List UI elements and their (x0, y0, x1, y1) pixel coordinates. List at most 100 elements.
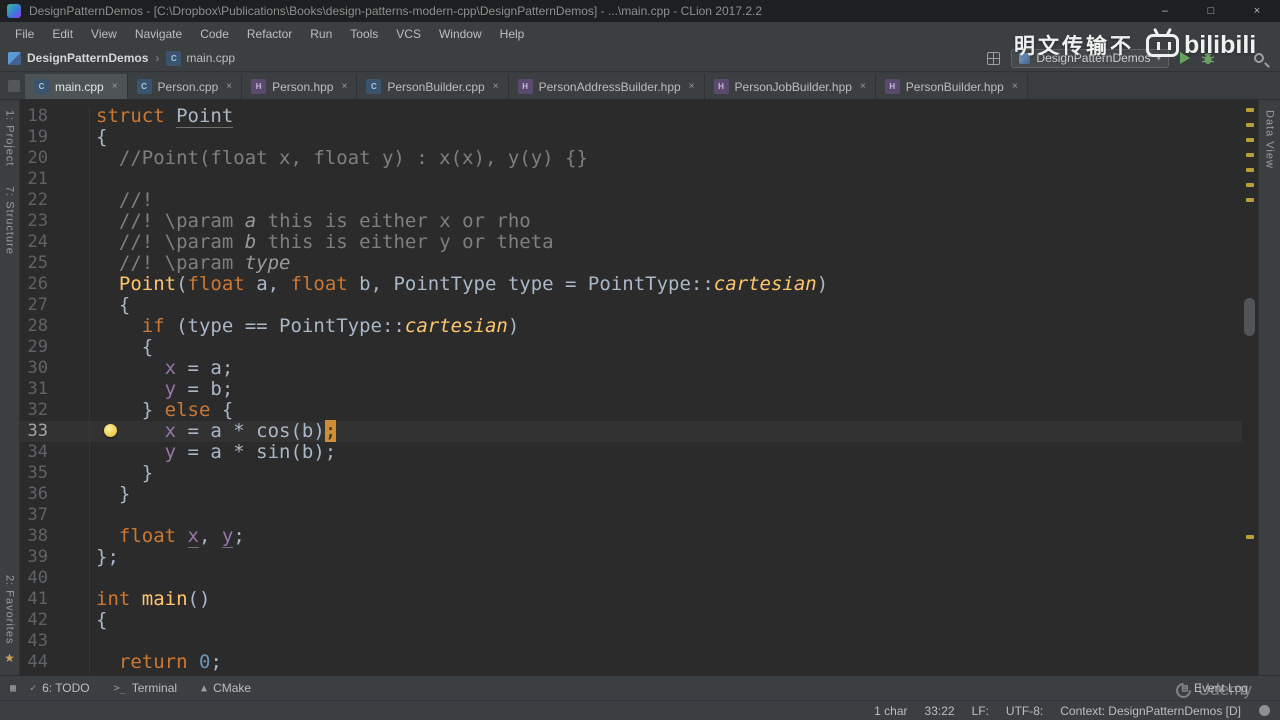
code-line-44[interactable]: 44 return 0; (20, 652, 1242, 673)
tab-list-icon[interactable] (8, 80, 20, 92)
code-line-38[interactable]: 38 float x, y; (20, 525, 1242, 548)
line-number[interactable]: 35 (20, 463, 90, 484)
code-line-34[interactable]: 34 y = a * sin(b); (20, 442, 1242, 463)
tool-stripe-2-favorites[interactable]: 2: Favorites (4, 575, 16, 644)
line-number[interactable]: 23 (20, 211, 90, 232)
run-button[interactable] (1180, 52, 1190, 64)
code-line-30[interactable]: 30 x = a; (20, 358, 1242, 379)
close-icon[interactable]: × (341, 81, 347, 92)
menu-item-navigate[interactable]: Navigate (126, 27, 191, 41)
code-line-18[interactable]: 18 struct Point (20, 105, 1242, 128)
code-line-20[interactable]: 20 //Point(float x, float y) : x(x), y(y… (20, 148, 1242, 169)
run-config-select[interactable]: DesignPatternDemos ▾ (1011, 48, 1169, 68)
minimize-button[interactable]: – (1142, 0, 1188, 22)
line-number[interactable]: 40 (20, 568, 90, 589)
code-line-33[interactable]: 33 x = a * cos(b); (20, 420, 1242, 442)
warning-stripe-mark[interactable] (1246, 123, 1254, 127)
line-number[interactable]: 25 (20, 253, 90, 274)
line-number[interactable]: 36 (20, 484, 90, 505)
tool-window-button-6-todo[interactable]: ✓ 6: TODO (30, 681, 90, 695)
editor-tab-personjobbuilder-hpp[interactable]: H PersonJobBuilder.hpp × (704, 74, 876, 99)
close-icon[interactable]: × (112, 81, 118, 92)
line-number[interactable]: 41 (20, 589, 90, 610)
close-icon[interactable]: × (1012, 81, 1018, 92)
line-number[interactable]: 34 (20, 442, 90, 463)
editor-tab-person-hpp[interactable]: H Person.hpp × (242, 74, 358, 99)
code-line-25[interactable]: 25 //! \param type (20, 253, 1242, 274)
line-number[interactable]: 24 (20, 232, 90, 253)
close-button[interactable]: × (1234, 0, 1280, 22)
warning-stripe-mark[interactable] (1246, 183, 1254, 187)
code-line-31[interactable]: 31 y = b; (20, 379, 1242, 400)
line-number[interactable]: 43 (20, 631, 90, 652)
code-line-26[interactable]: 26 Point(float a, float b, PointType typ… (20, 274, 1242, 295)
line-number[interactable]: 38 (20, 526, 90, 547)
close-icon[interactable]: × (860, 81, 866, 92)
editor-tab-main-cpp[interactable]: Cmain.cpp × (25, 74, 128, 99)
menu-item-refactor[interactable]: Refactor (238, 27, 301, 41)
line-number[interactable]: 19 (20, 127, 90, 148)
editor-tab-personbuilder-hpp[interactable]: H PersonBuilder.hpp × (875, 74, 1028, 99)
editor-tab-personaddressbuilder-hpp[interactable]: H PersonAddressBuilder.hpp × (508, 74, 705, 99)
code-line-19[interactable]: 19 { (20, 127, 1242, 148)
warning-stripe-mark[interactable] (1246, 153, 1254, 157)
status-1-char[interactable]: 1 char (874, 704, 907, 718)
menu-item-vcs[interactable]: VCS (387, 27, 430, 41)
code-line-23[interactable]: 23 //! \param a this is either x or rho (20, 211, 1242, 232)
line-number[interactable]: 37 (20, 505, 90, 526)
tool-stripe-7-structure[interactable]: 7: Structure (4, 186, 16, 255)
breadcrumb-file[interactable]: main.cpp (186, 51, 235, 65)
breadcrumb-project[interactable]: DesignPatternDemos (27, 51, 148, 65)
toolwindow-grid-icon[interactable] (987, 51, 1001, 65)
line-number[interactable]: 21 (20, 169, 90, 190)
code-line-43[interactable]: 43 (20, 631, 1242, 652)
line-number[interactable]: 28 (20, 316, 90, 337)
code-line-29[interactable]: 29 { (20, 337, 1242, 358)
code-line-24[interactable]: 24 //! \param b this is either y or thet… (20, 232, 1242, 253)
toolwindow-toggler-icon[interactable]: ▦ (10, 683, 16, 694)
status-33-22[interactable]: 33:22 (925, 704, 955, 718)
code-line-21[interactable]: 21 (20, 169, 1242, 190)
code-line-35[interactable]: 35 } (20, 463, 1242, 484)
tool-stripe-data-view[interactable]: Data View (1264, 110, 1276, 169)
code-line-22[interactable]: 22 //! (20, 190, 1242, 211)
editor-tab-personbuilder-cpp[interactable]: C PersonBuilder.cpp × (357, 74, 509, 99)
menu-item-run[interactable]: Run (301, 27, 341, 41)
line-number[interactable]: 29 (20, 337, 90, 358)
status-utf-8[interactable]: UTF-8: (1006, 704, 1043, 718)
close-icon[interactable]: × (493, 81, 499, 92)
search-icon[interactable] (1254, 53, 1264, 63)
line-number[interactable]: 42 (20, 610, 90, 631)
warning-stripe-mark[interactable] (1246, 198, 1254, 202)
tool-window-button-cmake[interactable]: ▲ CMake (201, 681, 251, 695)
line-number[interactable]: 32 (20, 400, 90, 421)
warning-stripe-mark[interactable] (1246, 535, 1254, 539)
warning-stripe-mark[interactable] (1246, 138, 1254, 142)
menu-item-help[interactable]: Help (491, 27, 534, 41)
code-line-40[interactable]: 40 (20, 568, 1242, 589)
close-icon[interactable]: × (689, 81, 695, 92)
line-number[interactable]: 31 (20, 379, 90, 400)
tool-window-button-terminal[interactable]: >_ Terminal (114, 681, 177, 695)
line-number[interactable]: 20 (20, 148, 90, 169)
status-context-designpatterndemos-d[interactable]: Context: DesignPatternDemos [D] (1060, 704, 1241, 718)
code-line-37[interactable]: 37 (20, 505, 1242, 526)
warning-stripe-mark[interactable] (1246, 168, 1254, 172)
tool-stripe-1-project[interactable]: 1: Project (4, 110, 16, 166)
line-number[interactable]: 22 (20, 190, 90, 211)
code-line-32[interactable]: 32 } else { (20, 400, 1242, 421)
code-line-41[interactable]: 41 int main() (20, 589, 1242, 610)
scrollbar-thumb[interactable] (1244, 298, 1255, 336)
code-line-42[interactable]: 42 { (20, 610, 1242, 631)
code-line-28[interactable]: 28 if (type == PointType::cartesian) (20, 316, 1242, 337)
menu-item-tools[interactable]: Tools (341, 27, 387, 41)
intention-bulb-icon[interactable] (104, 424, 117, 437)
menu-item-window[interactable]: Window (430, 27, 491, 41)
code-line-39[interactable]: 39}; (20, 547, 1242, 568)
editor-tab-person-cpp[interactable]: C Person.cpp × (127, 74, 243, 99)
line-number[interactable]: 30 (20, 358, 90, 379)
close-icon[interactable]: × (226, 81, 232, 92)
editor[interactable]: 18 struct Point 19{20 //Point(float x, flo… (20, 100, 1242, 675)
menu-item-edit[interactable]: Edit (43, 27, 82, 41)
menu-item-file[interactable]: File (6, 27, 43, 41)
